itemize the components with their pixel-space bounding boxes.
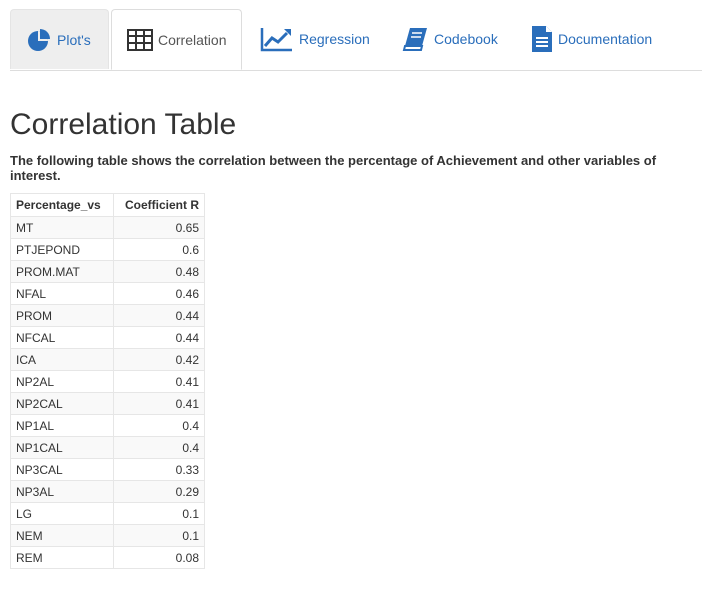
coefficient-cell: 0.48	[113, 260, 205, 283]
tab-documentation[interactable]: Documentation	[516, 9, 666, 69]
intro-text: The following table shows the correlatio…	[10, 153, 657, 183]
tab-regression-label: Regression	[299, 31, 370, 47]
variable-cell: NP3CAL	[10, 458, 114, 481]
tab-plots-label: Plot's	[57, 31, 91, 48]
table-row: PROM 0.44	[10, 304, 205, 327]
variable-cell: ICA	[10, 348, 114, 371]
book-icon	[401, 26, 429, 52]
variable-cell: PROM	[10, 304, 114, 327]
variable-cell: NP1CAL	[10, 436, 114, 459]
variable-cell: NEM	[10, 524, 114, 547]
table-row: ICA 0.42	[10, 348, 205, 371]
coefficient-cell: 0.4	[113, 436, 205, 459]
coefficient-cell: 0.44	[113, 304, 205, 327]
document-icon	[531, 25, 553, 53]
tab-correlation-label: Correlation	[158, 31, 227, 48]
table-row: NP3CAL 0.33	[10, 458, 205, 481]
coefficient-cell: 0.08	[113, 546, 205, 569]
coefficient-cell: 0.65	[113, 216, 205, 239]
line-chart-icon	[260, 26, 294, 52]
table-row: PTJEPOND 0.6	[10, 238, 205, 261]
coefficient-cell: 0.33	[113, 458, 205, 481]
variable-cell: PROM.MAT	[10, 260, 114, 283]
table-row: NFCAL 0.44	[10, 326, 205, 349]
table-row: NP1CAL 0.4	[10, 436, 205, 459]
variable-cell: NP2CAL	[10, 392, 114, 415]
coefficient-cell: 0.1	[113, 524, 205, 547]
variable-cell: MT	[10, 216, 114, 239]
pie-chart-icon	[26, 27, 52, 53]
variable-cell: NFAL	[10, 282, 114, 305]
tab-plots[interactable]: Plot's	[10, 9, 109, 69]
tab-bar: Plot's Correlation Regression Codebook D…	[10, 9, 702, 71]
coefficient-cell: 0.41	[113, 392, 205, 415]
tab-codebook[interactable]: Codebook	[386, 9, 506, 69]
table-row: NEM 0.1	[10, 524, 205, 547]
table-header-row: Percentage_vs Coefficient R	[10, 193, 205, 217]
table-row: NFAL 0.46	[10, 282, 205, 305]
coefficient-cell: 0.1	[113, 502, 205, 525]
correlation-table: Percentage_vs Coefficient R MT 0.65 PTJEP…	[10, 193, 205, 569]
variable-cell: NP2AL	[10, 370, 114, 393]
table-row: NP2CAL 0.41	[10, 392, 205, 415]
coefficient-cell: 0.46	[113, 282, 205, 305]
variable-cell: NFCAL	[10, 326, 114, 349]
tab-regression[interactable]: Regression	[245, 9, 375, 69]
table-icon	[127, 28, 153, 51]
table-row: MT 0.65	[10, 216, 205, 239]
variable-cell: PTJEPOND	[10, 238, 114, 261]
coefficient-cell: 0.6	[113, 238, 205, 261]
table-row: NP3AL 0.29	[10, 480, 205, 503]
table-row: LG 0.1	[10, 502, 205, 525]
coefficient-cell: 0.42	[113, 348, 205, 371]
page-title: Correlation Table	[10, 108, 237, 141]
coefficient-cell: 0.41	[113, 370, 205, 393]
table-row: NP2AL 0.41	[10, 370, 205, 393]
table-row: NP1AL 0.4	[10, 414, 205, 437]
tab-documentation-label: Documentation	[558, 31, 653, 47]
table-body: MT 0.65 PTJEPOND 0.6 PROM.MAT 0.48 NFAL 0.46…	[10, 216, 205, 569]
table-row: PROM.MAT 0.48	[10, 260, 205, 283]
column-header-variable: Percentage_vs	[10, 193, 114, 217]
table-row: REM 0.08	[10, 546, 205, 569]
variable-cell: LG	[10, 502, 114, 525]
coefficient-cell: 0.4	[113, 414, 205, 437]
column-header-coefficient: Coefficient R	[113, 193, 205, 217]
coefficient-cell: 0.44	[113, 326, 205, 349]
variable-cell: NP3AL	[10, 480, 114, 503]
tab-codebook-label: Codebook	[434, 31, 498, 47]
coefficient-cell: 0.29	[113, 480, 205, 503]
variable-cell: REM	[10, 546, 114, 569]
tab-correlation[interactable]: Correlation	[111, 9, 242, 70]
variable-cell: NP1AL	[10, 414, 114, 437]
